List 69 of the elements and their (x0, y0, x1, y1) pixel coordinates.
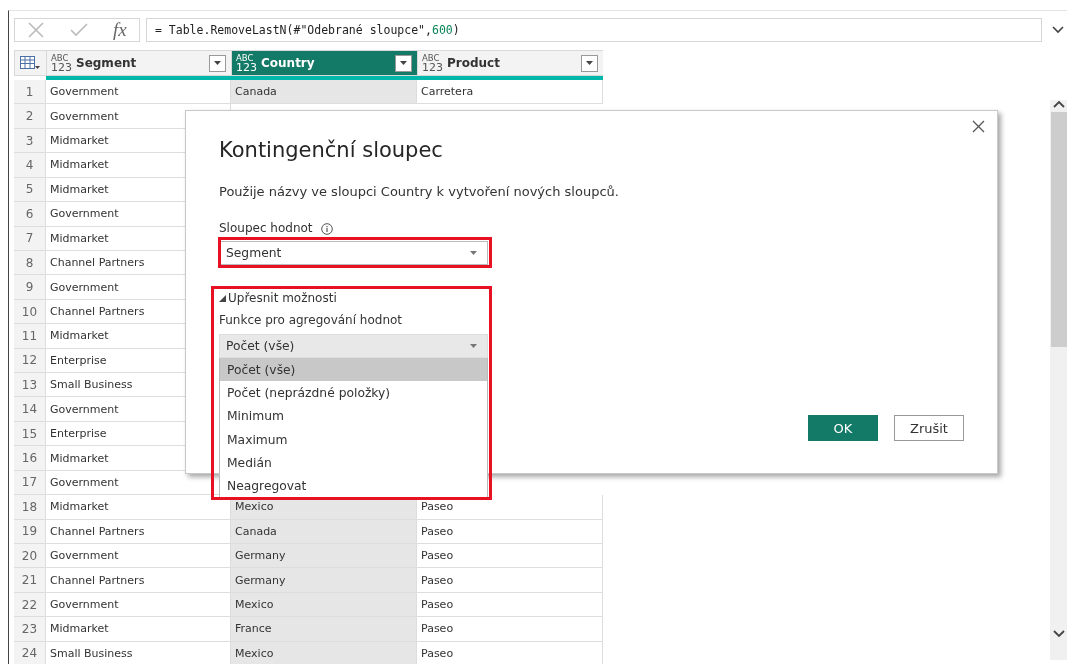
row-number: 24 (14, 641, 46, 664)
table-cell: Canada (231, 80, 417, 105)
column-name: Country (261, 56, 316, 70)
table-cell: Paseo (417, 544, 603, 569)
filter-button[interactable] (395, 54, 412, 72)
table-icon (20, 56, 40, 70)
row-number: 17 (14, 470, 46, 496)
table-menu-button[interactable] (14, 50, 46, 76)
function-label[interactable]: fx (112, 19, 127, 41)
row-number: 10 (14, 299, 46, 325)
table-cell: Paseo (417, 519, 603, 544)
column-name: Segment (76, 56, 138, 70)
row-number: 16 (14, 446, 46, 471)
row-number: 23 (14, 617, 46, 642)
row-number: 15 (14, 421, 46, 447)
table-cell: Canada (231, 519, 417, 544)
row-number: 19 (14, 519, 46, 544)
ok-button[interactable]: OK (808, 415, 878, 441)
row-number: 13 (14, 373, 46, 398)
caret-icon (400, 61, 407, 65)
expanded-triangle-icon (219, 295, 226, 302)
caret-icon (586, 61, 593, 65)
caret-icon (470, 251, 477, 255)
row-number: 1 (14, 80, 46, 105)
filter-button[interactable] (581, 54, 598, 72)
row-number: 14 (14, 397, 46, 422)
cancel-button[interactable]: Zrušit (894, 415, 964, 441)
checkmark-icon[interactable] (70, 23, 89, 37)
table-cell: Germany (231, 568, 417, 593)
table-cell: Paseo (417, 568, 603, 593)
caret-icon (214, 61, 221, 65)
table-cell: France (231, 617, 417, 642)
row-number: 21 (14, 568, 46, 593)
row-number: 22 (14, 592, 46, 618)
row-number: 3 (14, 128, 46, 154)
table-cell: Carretera (417, 80, 603, 105)
row-number: 8 (14, 250, 46, 276)
caret-icon (470, 344, 477, 348)
scrollbar-thumb[interactable] (1050, 112, 1067, 347)
row-number: 20 (14, 544, 46, 569)
filter-button[interactable] (209, 54, 226, 72)
chevron-down-icon[interactable] (1052, 26, 1064, 34)
row-number: 2 (14, 104, 46, 129)
aggregate-dropdown[interactable]: Počet (vše) (219, 334, 488, 358)
type-label: ABC 123 (51, 53, 72, 73)
row-number: 12 (14, 348, 46, 374)
row-number: 4 (14, 153, 46, 178)
info-icon[interactable] (320, 222, 333, 235)
row-number: 5 (14, 177, 46, 203)
table-cell: Paseo (417, 641, 603, 664)
dropdown-option[interactable]: Počet (vše) (220, 358, 487, 382)
row-number: 6 (14, 202, 46, 227)
scroll-down-icon[interactable] (1052, 630, 1065, 638)
formula-field[interactable]: = Table.RemoveLastN(#"Odebrané sloupce",600) (146, 18, 1042, 42)
row-number: 7 (14, 226, 46, 251)
type-label: ABC 123 (236, 53, 257, 73)
table-cell: Paseo (417, 617, 603, 642)
table-cell: Germany (231, 544, 417, 569)
column-name: Product (447, 56, 501, 70)
table-cell: Mexico (231, 641, 417, 664)
value-column-dropdown[interactable]: Segment (219, 241, 488, 265)
table-cell: Paseo (417, 592, 603, 618)
row-number: 11 (14, 324, 46, 349)
close-icon[interactable] (972, 120, 985, 133)
scroll-up-icon[interactable] (1052, 100, 1065, 108)
row-number: 9 (14, 275, 46, 300)
type-label: ABC 123 (422, 53, 443, 73)
table-cell: Mexico (231, 592, 417, 618)
row-number: 18 (14, 495, 46, 520)
